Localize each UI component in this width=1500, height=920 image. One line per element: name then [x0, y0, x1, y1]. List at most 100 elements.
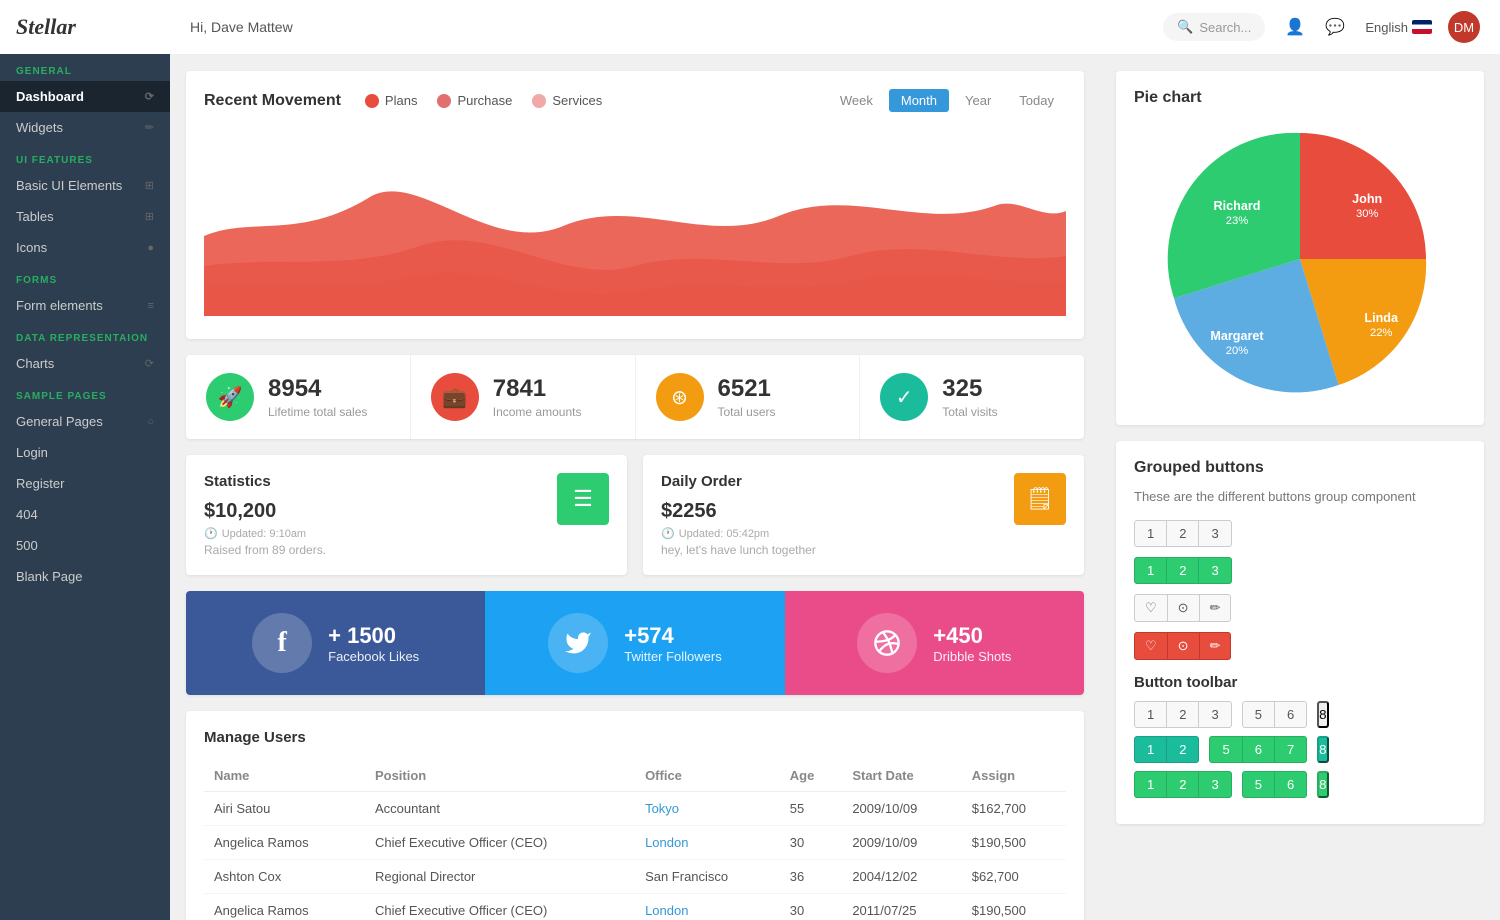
tbtn-all-green-8[interactable]: 8 — [1317, 771, 1328, 798]
btn-heart-red[interactable]: ♡ — [1134, 632, 1168, 660]
btn-green-2[interactable]: 2 — [1167, 557, 1199, 584]
tbtn-green-6[interactable]: 6 — [1243, 736, 1275, 763]
tbtn-all-green-1[interactable]: 1 — [1134, 771, 1167, 798]
tbtn-green-5[interactable]: 5 — [1209, 736, 1242, 763]
sidebar-icon-tables: ⊞ — [145, 210, 154, 223]
pie-chart-card: Pie chart John 30% Linda — [1116, 71, 1484, 425]
stat-icon-sales: 🚀 — [206, 373, 254, 421]
stat-label-visits: Total visits — [942, 405, 997, 419]
sidebar-item-general-pages[interactable]: General Pages ○ — [0, 406, 170, 437]
sidebar-item-blank[interactable]: Blank Page — [0, 561, 170, 592]
tbtn-all-green-6[interactable]: 6 — [1275, 771, 1307, 798]
svg-text:22%: 22% — [1370, 327, 1392, 339]
btn-edit-red[interactable]: ✏ — [1200, 632, 1232, 660]
logo: Stellar — [0, 0, 170, 54]
tbtn-all-green-2[interactable]: 2 — [1167, 771, 1199, 798]
period-month[interactable]: Month — [889, 89, 949, 112]
grouped-buttons-card: Grouped buttons These are the different … — [1116, 441, 1484, 824]
recent-movement-header: Recent Movement Plans Purchase — [204, 89, 1066, 112]
stat-label-users: Total users — [718, 405, 776, 419]
btn-2[interactable]: 2 — [1167, 520, 1199, 547]
daily-order-updated: 🕐 Updated: 05:42pm — [661, 527, 816, 540]
table-row: Angelica Ramos Chief Executive Officer (… — [204, 894, 1066, 920]
legend-plans: Plans — [365, 93, 418, 108]
tbtn-all-green-3[interactable]: 3 — [1199, 771, 1231, 798]
sidebar-item-basic-ui[interactable]: Basic UI Elements ⊞ — [0, 170, 170, 201]
tbtn-5[interactable]: 5 — [1242, 701, 1275, 728]
legend-dot-services — [532, 94, 546, 108]
sidebar-item-tables[interactable]: Tables ⊞ — [0, 201, 170, 232]
twitter-count: +574 — [624, 623, 722, 649]
stat-icon-users: ⊛ — [656, 373, 704, 421]
user-assign: $190,500 — [962, 894, 1066, 920]
grouped-buttons-subtitle: These are the different buttons group co… — [1134, 489, 1466, 504]
facebook-count: + 1500 — [328, 623, 419, 649]
search-bar[interactable]: 🔍 Search... — [1163, 13, 1265, 41]
statistics-icon: ☰ — [557, 473, 609, 525]
content-area: Recent Movement Plans Purchase — [170, 55, 1500, 920]
btn-clock[interactable]: ⊙ — [1168, 594, 1200, 622]
user-office[interactable]: London — [635, 826, 780, 860]
toolbar-row-3: 1 2 3 5 6 8 — [1134, 771, 1466, 798]
search-icon: 🔍 — [1177, 19, 1193, 35]
language-selector[interactable]: English — [1365, 20, 1432, 35]
sidebar-item-500[interactable]: 500 — [0, 530, 170, 561]
period-week[interactable]: Week — [828, 89, 885, 112]
btn-green-3[interactable]: 3 — [1199, 557, 1231, 584]
table-header-row: Name Position Office Age Start Date Assi… — [204, 760, 1066, 792]
sidebar-icon-forms: ≡ — [148, 300, 154, 312]
sidebar-item-charts[interactable]: Charts ⟳ — [0, 348, 170, 379]
sidebar-icon-icons: ● — [147, 242, 154, 254]
sidebar-item-form-elements[interactable]: Form elements ≡ — [0, 290, 170, 321]
btn-clock-red[interactable]: ⊙ — [1168, 632, 1200, 660]
messages-icon[interactable]: 💬 — [1321, 13, 1349, 41]
user-office[interactable]: London — [635, 894, 780, 920]
tbtn-cyan-1[interactable]: 1 — [1134, 736, 1167, 763]
user-office[interactable]: Tokyo — [635, 792, 780, 826]
main-wrapper: Hi, Dave Mattew 🔍 Search... 👤 💬 English … — [170, 0, 1500, 920]
stat-icon-income: 💼 — [431, 373, 479, 421]
sidebar-item-icons[interactable]: Icons ● — [0, 232, 170, 263]
btn-heart[interactable]: ♡ — [1134, 594, 1168, 622]
col-age: Age — [780, 760, 843, 792]
sidebar-item-404[interactable]: 404 — [0, 499, 170, 530]
user-assign: $62,700 — [962, 860, 1066, 894]
btn-3[interactable]: 3 — [1199, 520, 1231, 547]
tbtn-6[interactable]: 6 — [1275, 701, 1307, 728]
sidebar-item-register[interactable]: Register — [0, 468, 170, 499]
pie-chart-title: Pie chart — [1134, 89, 1466, 107]
tbtn-all-green-5[interactable]: 5 — [1242, 771, 1275, 798]
language-text: English — [1365, 20, 1408, 35]
avatar[interactable]: DM — [1448, 11, 1480, 43]
tbtn-teal-8[interactable]: 8 — [1317, 736, 1328, 763]
stat-label-income: Income amounts — [493, 405, 582, 419]
tbtn-2[interactable]: 2 — [1167, 701, 1199, 728]
period-today[interactable]: Today — [1007, 89, 1066, 112]
stat-number-sales: 8954 — [268, 375, 367, 403]
tbtn-green-7[interactable]: 7 — [1275, 736, 1307, 763]
btn-green-1[interactable]: 1 — [1134, 557, 1167, 584]
tbtn-8[interactable]: 8 — [1317, 701, 1328, 728]
col-office: Office — [635, 760, 780, 792]
user-start-date: 2009/10/09 — [842, 792, 961, 826]
sidebar-item-dashboard[interactable]: Dashboard ⟳ — [0, 81, 170, 112]
sidebar-item-login[interactable]: Login — [0, 437, 170, 468]
toolbar-group-3b: 5 6 — [1242, 771, 1307, 798]
btn-1[interactable]: 1 — [1134, 520, 1167, 547]
btn-edit[interactable]: ✏ — [1200, 594, 1232, 622]
dribbble-label: Dribble Shots — [933, 649, 1011, 664]
grouped-buttons-title: Grouped buttons — [1134, 459, 1466, 477]
tbtn-3[interactable]: 3 — [1199, 701, 1231, 728]
sidebar: Stellar GENERAL Dashboard ⟳ Widgets ✏ UI… — [0, 0, 170, 920]
daily-order-icon: 🗒 — [1014, 473, 1066, 525]
sidebar-item-widgets[interactable]: Widgets ✏ — [0, 112, 170, 143]
tbtn-cyan-2[interactable]: 2 — [1167, 736, 1199, 763]
pie-chart-svg: John 30% Linda 22% Margaret 20% Richard … — [1160, 119, 1440, 399]
daily-order-amount: $2256 — [661, 500, 816, 523]
period-year[interactable]: Year — [953, 89, 1003, 112]
table-title: Manage Users — [204, 729, 1066, 746]
logo-text: Stellar — [16, 14, 76, 39]
btn-group-icons-red: ♡ ⊙ ✏ — [1134, 632, 1466, 660]
tbtn-1[interactable]: 1 — [1134, 701, 1167, 728]
notifications-icon[interactable]: 👤 — [1281, 13, 1309, 41]
